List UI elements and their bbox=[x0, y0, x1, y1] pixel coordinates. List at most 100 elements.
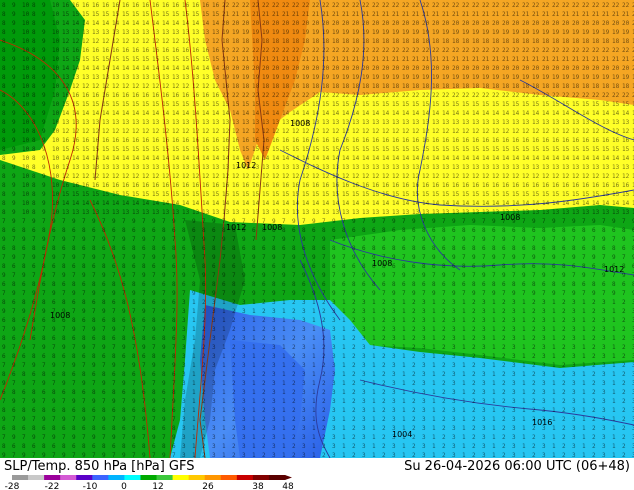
grid-value: 13 bbox=[132, 74, 140, 81]
grid-value: 13 bbox=[512, 164, 520, 171]
grid-value: 7 bbox=[562, 218, 566, 225]
grid-value: 15 bbox=[62, 146, 70, 153]
grid-value: 1 bbox=[342, 308, 346, 315]
grid-value: 8 bbox=[222, 263, 226, 270]
grid-value: 8 bbox=[562, 263, 566, 270]
grid-value: 6 bbox=[82, 353, 86, 360]
grid-value: 16 bbox=[482, 137, 490, 144]
grid-value: 7 bbox=[622, 290, 626, 297]
grid-value: 22 bbox=[452, 2, 460, 9]
grid-value: 7 bbox=[32, 416, 36, 423]
grid-value: 13 bbox=[192, 164, 200, 171]
grid-value: 1 bbox=[222, 362, 226, 369]
grid-value: 3 bbox=[452, 362, 456, 369]
grid-value: 21 bbox=[222, 11, 230, 18]
map-title: SLP/Temp. 850 hPa [hPa] GFS bbox=[4, 459, 195, 474]
grid-value: 22 bbox=[462, 47, 470, 54]
grid-value: 3 bbox=[542, 308, 546, 315]
grid-value: 21 bbox=[322, 56, 330, 63]
grid-value: 2 bbox=[382, 389, 386, 396]
grid-value: 15 bbox=[422, 101, 430, 108]
grid-value: 8 bbox=[512, 245, 516, 252]
grid-value: 8 bbox=[332, 281, 336, 288]
grid-value: 15 bbox=[102, 11, 110, 18]
grid-value: 22 bbox=[462, 2, 470, 9]
grid-value: 13 bbox=[122, 164, 130, 171]
grid-value: 3 bbox=[272, 344, 276, 351]
grid-value: 2 bbox=[352, 371, 356, 378]
grid-value: 2 bbox=[262, 416, 266, 423]
grid-value: 15 bbox=[542, 146, 550, 153]
grid-value: 7 bbox=[162, 434, 166, 441]
grid-value: 2 bbox=[232, 416, 236, 423]
grid-value: 1 bbox=[402, 371, 406, 378]
grid-value: 3 bbox=[332, 434, 336, 441]
grid-value: 3 bbox=[422, 389, 426, 396]
grid-value: 6 bbox=[112, 443, 116, 450]
grid-value: 22 bbox=[542, 47, 550, 54]
grid-value: 1 bbox=[282, 308, 286, 315]
grid-value: 7 bbox=[102, 362, 106, 369]
grid-value: 6 bbox=[92, 407, 96, 414]
grid-value: 9 bbox=[42, 272, 46, 279]
grid-value: 7 bbox=[22, 326, 26, 333]
grid-value: 12 bbox=[192, 83, 200, 90]
grid-value: 15 bbox=[292, 191, 300, 198]
grid-value: 13 bbox=[282, 119, 290, 126]
grid-value: 9 bbox=[392, 254, 396, 261]
grid-value: 7 bbox=[542, 218, 546, 225]
grid-value: 7 bbox=[72, 236, 76, 243]
grid-value: 1 bbox=[282, 434, 286, 441]
grid-value: 9 bbox=[42, 344, 46, 351]
grid-value: 16 bbox=[172, 137, 180, 144]
grid-value: 3 bbox=[212, 443, 216, 450]
grid-value: 14 bbox=[512, 110, 520, 117]
grid-value: 13 bbox=[442, 119, 450, 126]
grid-value: 9 bbox=[52, 290, 56, 297]
grid-value: 7 bbox=[442, 254, 446, 261]
grid-value: 3 bbox=[242, 398, 246, 405]
grid-value: 10 bbox=[22, 110, 30, 117]
grid-value: 3 bbox=[452, 353, 456, 360]
grid-value: 8 bbox=[472, 281, 476, 288]
grid-value: 6 bbox=[622, 245, 626, 252]
grid-value: 13 bbox=[62, 119, 70, 126]
grid-value: 14 bbox=[412, 110, 420, 117]
grid-value: 14 bbox=[342, 110, 350, 117]
grid-value: 13 bbox=[452, 209, 460, 216]
grid-value: 10 bbox=[22, 65, 30, 72]
grid-value: 16 bbox=[272, 182, 280, 189]
grid-value: 2 bbox=[532, 308, 536, 315]
grid-value: 2 bbox=[412, 425, 416, 432]
grid-value: 2 bbox=[442, 407, 446, 414]
grid-value: 6 bbox=[142, 389, 146, 396]
grid-value: 20 bbox=[482, 20, 490, 27]
grid-value: 1 bbox=[252, 299, 256, 306]
grid-value: 21 bbox=[282, 56, 290, 63]
grid-value: 8 bbox=[152, 425, 156, 432]
grid-value: 2 bbox=[592, 380, 596, 387]
grid-value: 3 bbox=[602, 362, 606, 369]
grid-value: 14 bbox=[82, 200, 90, 207]
grid-value: 7 bbox=[282, 290, 286, 297]
grid-value: 10 bbox=[52, 65, 60, 72]
grid-value: 12 bbox=[262, 173, 270, 180]
grid-value: 12 bbox=[212, 173, 220, 180]
grid-value: 14 bbox=[282, 155, 290, 162]
grid-value: 8 bbox=[102, 227, 106, 234]
grid-value: 22 bbox=[322, 47, 330, 54]
grid-value: 16 bbox=[572, 182, 580, 189]
grid-value: 8 bbox=[92, 353, 96, 360]
grid-value: 9 bbox=[32, 362, 36, 369]
grid-value: 16 bbox=[92, 2, 100, 9]
grid-value: 15 bbox=[462, 146, 470, 153]
grid-value: 8 bbox=[362, 227, 366, 234]
grid-value: 9 bbox=[262, 236, 266, 243]
grid-value: 1 bbox=[582, 425, 586, 432]
grid-value: 22 bbox=[572, 92, 580, 99]
grid-value: 2 bbox=[322, 299, 326, 306]
grid-value: 12 bbox=[472, 173, 480, 180]
grid-value: 6 bbox=[532, 263, 536, 270]
grid-value: 9 bbox=[372, 254, 376, 261]
grid-value: 15 bbox=[372, 191, 380, 198]
